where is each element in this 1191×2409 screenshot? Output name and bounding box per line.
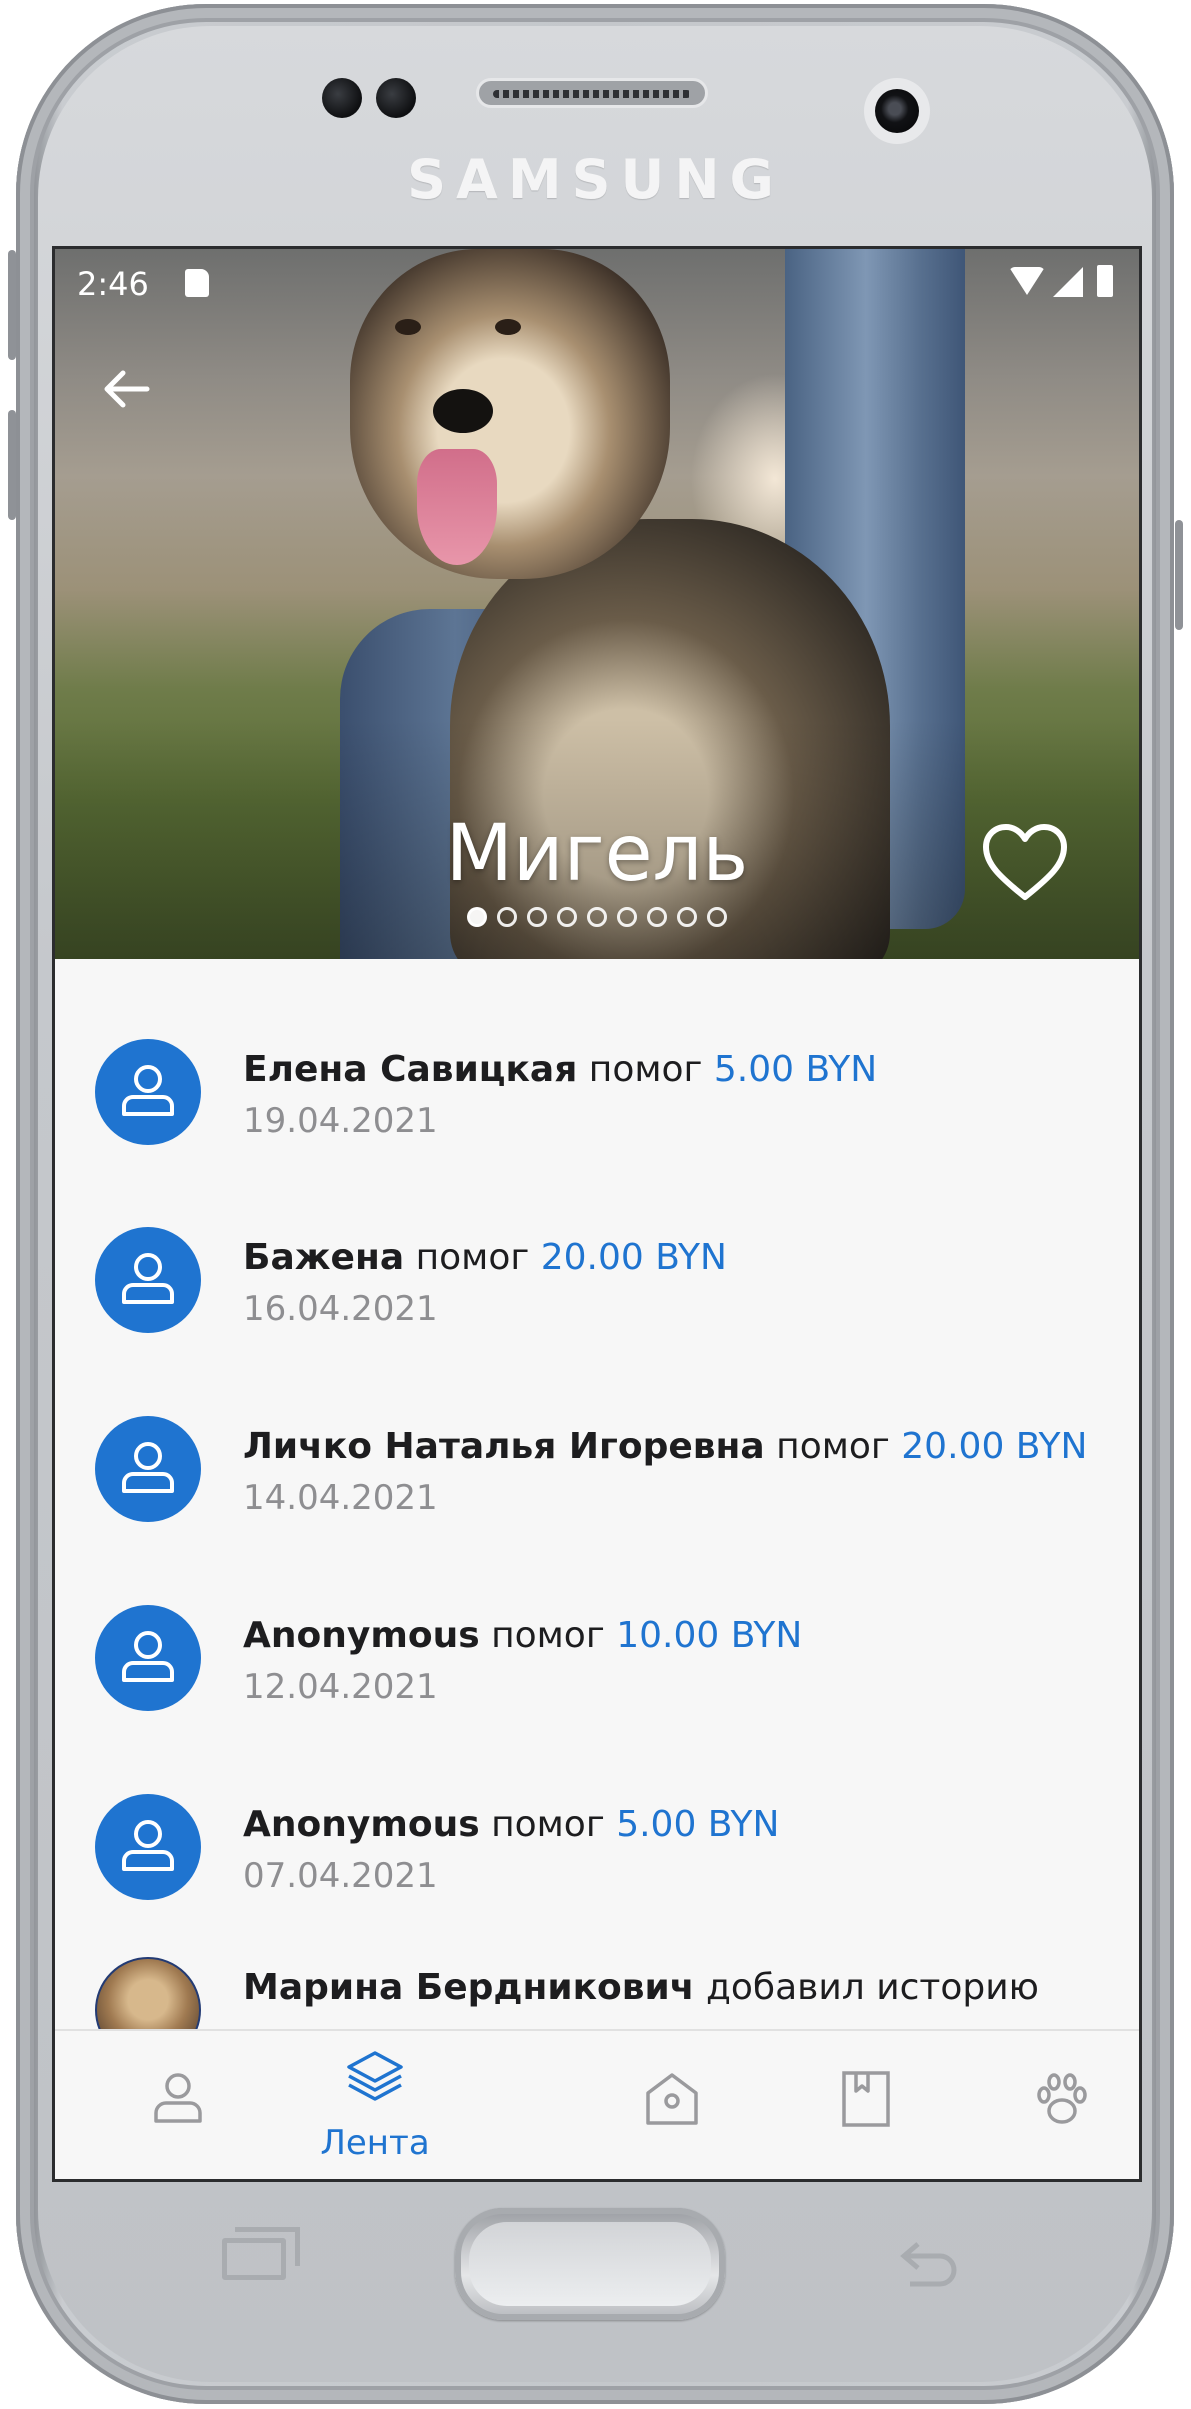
action-text: добавил историю (705, 1967, 1039, 2008)
entry-date: 19.04.2021 (243, 1101, 438, 1141)
battery-icon (1097, 265, 1113, 297)
nav-item-shelter[interactable] (570, 2031, 770, 2179)
pager-dot[interactable] (617, 907, 637, 927)
book-icon (842, 2071, 890, 2127)
signal-icon (1053, 267, 1083, 297)
feed-item[interactable]: Бажена помог 20.00 BYN 16.04.2021 (55, 1147, 1139, 1335)
back-arrow-icon[interactable] (95, 359, 155, 419)
entry-date: 12.04.2021 (243, 1667, 438, 1707)
donation-amount: 5.00 BYN (616, 1804, 780, 1845)
user-avatar-icon (95, 1416, 201, 1522)
sensor-icon (322, 78, 362, 118)
feed-item[interactable]: Елена Савицкая помог 5.00 BYN 19.04.2021 (55, 959, 1139, 1147)
nav-item-profile[interactable] (78, 2031, 278, 2179)
donor-name: Бажена (243, 1237, 405, 1278)
donation-amount: 20.00 BYN (901, 1426, 1088, 1467)
status-bar: 2:46 (55, 249, 1139, 311)
entry-date: 14.04.2021 (243, 1478, 438, 1518)
front-camera-icon (864, 78, 930, 144)
user-avatar-icon (95, 1039, 201, 1145)
power-button (1175, 520, 1183, 630)
user-avatar-icon (95, 1605, 201, 1711)
pager-dot[interactable] (467, 907, 487, 927)
pager-dot[interactable] (557, 907, 577, 927)
donation-amount: 5.00 BYN (713, 1049, 878, 1090)
bottom-navigation: Лента (55, 2029, 1139, 2179)
shelter-icon (646, 2073, 698, 2125)
layers-icon (347, 2051, 403, 2101)
pager-dot[interactable] (497, 907, 517, 927)
nav-label-feed: Лента (320, 2123, 430, 2163)
brand-logo: SAMSUNG (407, 148, 784, 211)
pager-dot[interactable] (587, 907, 607, 927)
entry-text: Anonymous помог 10.00 BYN (243, 1615, 802, 1656)
recent-apps-key[interactable] (222, 2227, 300, 2280)
action-text: помог (415, 1237, 530, 1278)
entry-text: Anonymous помог 5.00 BYN (243, 1804, 779, 1845)
nav-item-stories[interactable] (766, 2031, 966, 2179)
activity-feed: Елена Савицкая помог 5.00 BYN 19.04.2021… (55, 959, 1139, 2039)
pet-name: Мигель (445, 809, 749, 899)
feed-item[interactable]: Марина Бердникович добавил историю (55, 1877, 1139, 2039)
sensor-icon (376, 78, 416, 118)
author-name: Марина Бердникович (243, 1967, 695, 2008)
pager-dot[interactable] (707, 907, 727, 927)
entry-text: Марина Бердникович добавил историю (243, 1967, 1039, 2008)
donor-name: Anonymous (243, 1804, 480, 1845)
action-text: помог (491, 1615, 605, 1656)
heart-icon[interactable] (980, 819, 1070, 909)
user-avatar-icon (95, 1227, 201, 1333)
pager-dot[interactable] (647, 907, 667, 927)
user-photo-avatar (95, 1957, 201, 2039)
entry-text: Елена Савицкая помог 5.00 BYN (243, 1049, 877, 1090)
status-time: 2:46 (77, 265, 149, 303)
home-button[interactable] (455, 2208, 725, 2320)
app-screen: 2:46 Мигель Елена Савицкая помог 5.00 BY… (52, 246, 1142, 2182)
entry-text: Личко Наталья Игоревна помог 20.00 BYN (243, 1426, 1087, 1467)
nav-item-feed[interactable]: Лента (275, 2031, 475, 2179)
entry-text: Бажена помог 20.00 BYN (243, 1237, 727, 1278)
wifi-icon (1009, 267, 1045, 295)
donor-name: Anonymous (243, 1615, 480, 1656)
donor-name: Елена Савицкая (243, 1049, 578, 1090)
feed-item[interactable]: Anonymous помог 10.00 BYN 12.04.2021 (55, 1525, 1139, 1713)
sd-card-icon (185, 269, 209, 297)
donation-amount: 10.00 BYN (616, 1615, 803, 1656)
pager-dot[interactable] (527, 907, 547, 927)
donation-amount: 20.00 BYN (540, 1237, 727, 1278)
nav-item-pets[interactable] (960, 2031, 1139, 2179)
action-text: помог (588, 1049, 703, 1090)
action-text: помог (491, 1804, 605, 1845)
pager-dot[interactable] (677, 907, 697, 927)
feed-item[interactable]: Anonymous помог 5.00 BYN 07.04.2021 (55, 1714, 1139, 1902)
volume-button (8, 250, 16, 360)
bixby-button (8, 410, 16, 520)
feed-item[interactable]: Личко Наталья Игоревна помог 20.00 BYN 1… (55, 1336, 1139, 1524)
photo-pager[interactable] (55, 907, 1139, 927)
entry-date: 16.04.2021 (243, 1289, 438, 1329)
profile-icon (154, 2073, 202, 2123)
action-text: помог (776, 1426, 890, 1467)
earpiece-speaker (476, 78, 708, 108)
donor-name: Личко Наталья Игоревна (243, 1426, 765, 1467)
back-key[interactable] (896, 2238, 962, 2288)
paw-icon (1037, 2073, 1087, 2124)
